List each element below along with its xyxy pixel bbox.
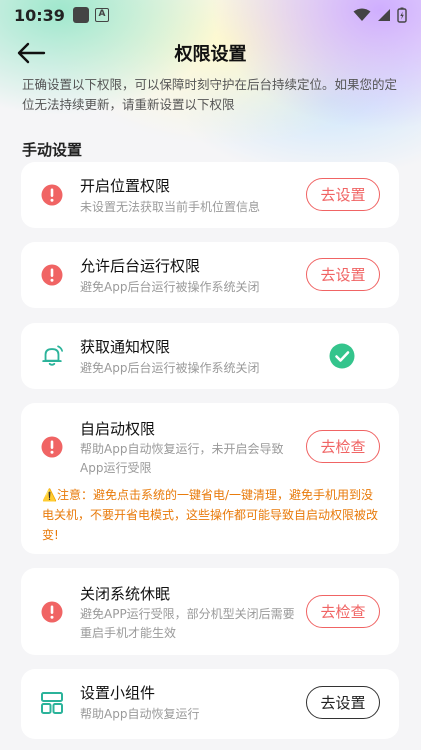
section-title: 手动设置 — [22, 141, 83, 159]
status-bar: 10:39 A — [0, 0, 421, 30]
notification-square-icon — [72, 7, 89, 23]
battery-icon — [397, 7, 407, 23]
card-desc: 避免App后台运行被操作系统关闭 — [80, 361, 260, 375]
status-time: 10:39 — [14, 5, 65, 25]
card-title: 允许后台运行权限 — [80, 257, 201, 275]
card-desc: 避免APP运行受限，部分机型关闭后需要重启手机才能生效 — [80, 607, 295, 640]
alert-icon — [40, 435, 64, 459]
location-settings-button[interactable]: 去设置 — [306, 178, 380, 211]
header: 权限设置 — [0, 30, 421, 75]
permission-card-location: 开启位置权限 未设置无法获取当前手机位置信息 去设置 — [21, 162, 399, 228]
wifi-icon — [353, 8, 371, 21]
card-title: 关闭系统休眠 — [80, 585, 171, 603]
card-desc: 帮助App自动恢复运行，未开启会导致App运行受限 — [80, 442, 284, 475]
check-circle-icon — [329, 343, 355, 369]
signal-icon — [378, 9, 390, 21]
autostart-check-button[interactable]: 去检查 — [306, 430, 380, 463]
permission-card-autostart: 自启动权限 帮助App自动恢复运行，未开启会导致App运行受限 去检查 ⚠️注意… — [21, 403, 399, 554]
notification-a-icon: A — [94, 8, 109, 22]
back-button[interactable] — [14, 38, 48, 68]
card-title: 自启动权限 — [80, 420, 156, 438]
card-title: 设置小组件 — [80, 684, 156, 702]
alert-icon — [40, 600, 64, 624]
permission-card-background: 允许后台运行权限 避免App后台运行被操作系统关闭 去设置 — [21, 242, 399, 308]
card-desc: 避免App后台运行被操作系统关闭 — [80, 280, 260, 294]
warning-text: ⚠️注意：避免点击系统的一键省电/一键清理，避免手机用到没电关机，不要开省电模式… — [42, 488, 379, 542]
background-settings-button[interactable]: 去设置 — [306, 258, 380, 291]
sleep-check-button[interactable]: 去检查 — [306, 595, 380, 628]
permission-card-widget: 设置小组件 帮助App自动恢复运行 去设置 — [21, 669, 399, 739]
page-title: 权限设置 — [174, 43, 247, 65]
intro-text: 正确设置以下权限，可以保障时刻守护在后台持续定位。如果您的定位无法持续更新，请重… — [22, 77, 398, 112]
card-title: 获取通知权限 — [80, 338, 171, 356]
widget-icon — [40, 691, 64, 715]
widget-settings-button[interactable]: 去设置 — [306, 686, 380, 719]
back-arrow-icon — [17, 42, 46, 64]
alert-icon — [40, 263, 64, 287]
card-desc: 帮助App自动恢复运行 — [80, 707, 200, 721]
alert-icon — [40, 183, 64, 207]
card-desc: 未设置无法获取当前手机位置信息 — [80, 200, 261, 214]
permission-card-sleep: 关闭系统休眠 避免APP运行受限，部分机型关闭后需要重启手机才能生效 去检查 — [21, 568, 399, 655]
permission-card-notification: 获取通知权限 避免App后台运行被操作系统关闭 — [21, 323, 399, 389]
bell-icon — [40, 344, 64, 368]
card-title: 开启位置权限 — [80, 177, 171, 195]
